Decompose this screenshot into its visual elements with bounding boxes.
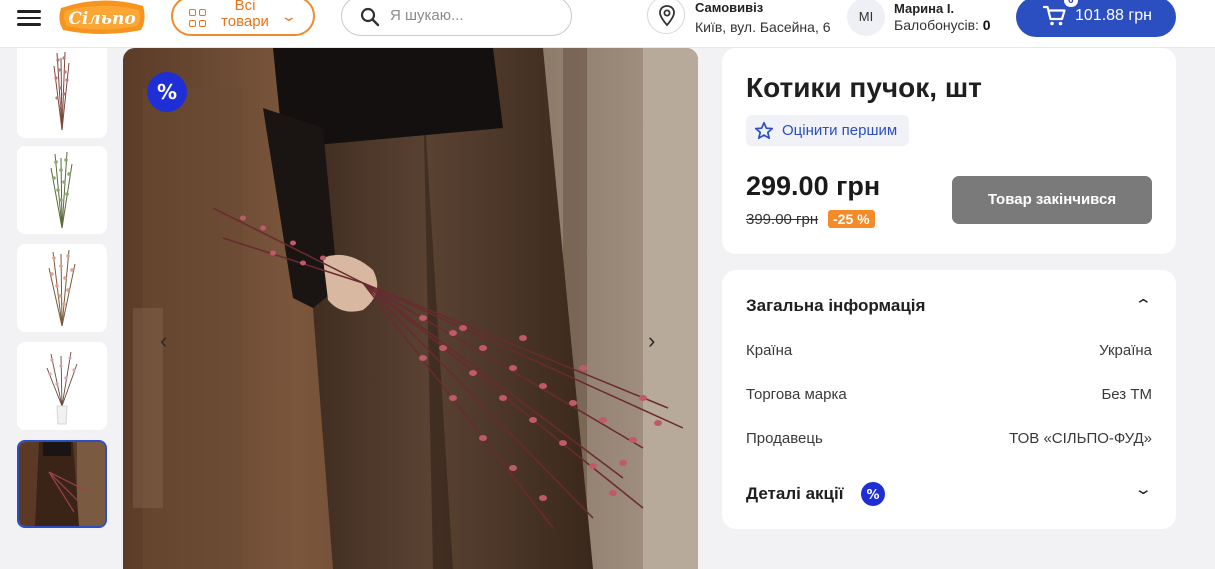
search-bar[interactable] xyxy=(341,0,572,36)
search-icon xyxy=(360,7,380,27)
chevron-up-icon[interactable]: ⌄ xyxy=(1134,295,1153,313)
thumbnail-image xyxy=(48,249,76,327)
thumbnail-1[interactable] xyxy=(17,48,107,138)
discount-badge: -25 % xyxy=(828,210,875,228)
delivery-address[interactable]: Київ, вул. Басейна, 6 xyxy=(695,19,831,35)
cart-icon xyxy=(1043,5,1066,26)
bonus-label: Балобонусів: xyxy=(894,17,983,33)
old-price: 399.00 грн xyxy=(746,211,819,228)
product-card: Котики пучок, шт Оцінити першим 299.00 г… xyxy=(722,48,1176,254)
info-value-seller: ТОВ «СІЛЬПО-ФУД» xyxy=(1009,430,1152,447)
bonus-balance: Балобонусів: 0 xyxy=(894,17,991,33)
logo[interactable]: Сільпо xyxy=(57,0,147,36)
chevron-down-icon[interactable]: ⌄ xyxy=(1134,480,1153,498)
cart-button[interactable]: 6 101.88 грн xyxy=(1016,0,1176,37)
svg-text:Сільпо: Сільпо xyxy=(68,9,135,29)
info-card: Загальна інформація ⌄ Країна Україна Тор… xyxy=(722,270,1176,529)
chevron-left-icon[interactable]: ‹ xyxy=(160,328,167,354)
thumbnail-image xyxy=(50,151,73,229)
search-input[interactable] xyxy=(388,6,562,25)
info-label-seller: Продавець xyxy=(746,430,823,447)
price: 299.00 грн xyxy=(746,171,881,201)
star-icon xyxy=(754,121,774,140)
product-title: Котики пучок, шт xyxy=(746,72,982,103)
svg-text:%: % xyxy=(157,80,177,104)
user-name[interactable]: Марина І. xyxy=(894,1,954,16)
chevron-down-icon: ⌄ xyxy=(280,8,298,24)
thumbnail-5-selected[interactable] xyxy=(17,440,107,528)
location-pin-icon xyxy=(659,5,675,27)
general-info-title[interactable]: Загальна інформація xyxy=(746,296,925,316)
out-of-stock-button[interactable]: Товар закінчився xyxy=(952,176,1152,224)
categories-label: Всі товари xyxy=(221,0,269,30)
thumbnail-3[interactable] xyxy=(17,244,107,332)
product-photo xyxy=(123,48,698,569)
top-header: Сільпо Всі товари ⌄ Самовивіз Київ, вул.… xyxy=(0,0,1215,48)
delivery-method[interactable]: Самовивіз xyxy=(695,0,763,15)
thumbnail-2[interactable] xyxy=(17,146,107,234)
info-label-country: Країна xyxy=(746,342,793,359)
info-label-brand: Торгова марка xyxy=(746,386,847,403)
discount-icon: % xyxy=(147,72,187,112)
avatar[interactable]: МІ xyxy=(847,0,885,36)
thumbnail-image xyxy=(46,351,78,425)
info-value-country: Україна xyxy=(1099,342,1152,359)
chevron-right-icon[interactable]: › xyxy=(648,328,655,354)
thumbnail-image xyxy=(19,442,105,526)
location-button[interactable] xyxy=(647,0,685,34)
bonus-value: 0 xyxy=(982,17,991,33)
all-categories-button[interactable]: Всі товари ⌄ xyxy=(171,0,315,36)
menu-icon[interactable] xyxy=(17,6,41,28)
svg-text:%: % xyxy=(866,488,879,503)
cart-total: 101.88 грн xyxy=(1075,7,1152,24)
thumbnail-image xyxy=(53,51,70,131)
info-value-brand: Без ТМ xyxy=(1101,386,1152,403)
thumbnail-4[interactable] xyxy=(17,342,107,430)
promo-details-title[interactable]: Деталі акції xyxy=(746,484,844,504)
rate-label: Оцінити першим xyxy=(782,122,898,139)
product-main-image[interactable] xyxy=(123,48,698,569)
logo-graphic: Сільпо xyxy=(59,0,145,34)
grid-icon xyxy=(189,9,207,27)
discount-icon: % xyxy=(861,482,885,506)
rate-first-button[interactable]: Оцінити першим xyxy=(746,115,910,146)
